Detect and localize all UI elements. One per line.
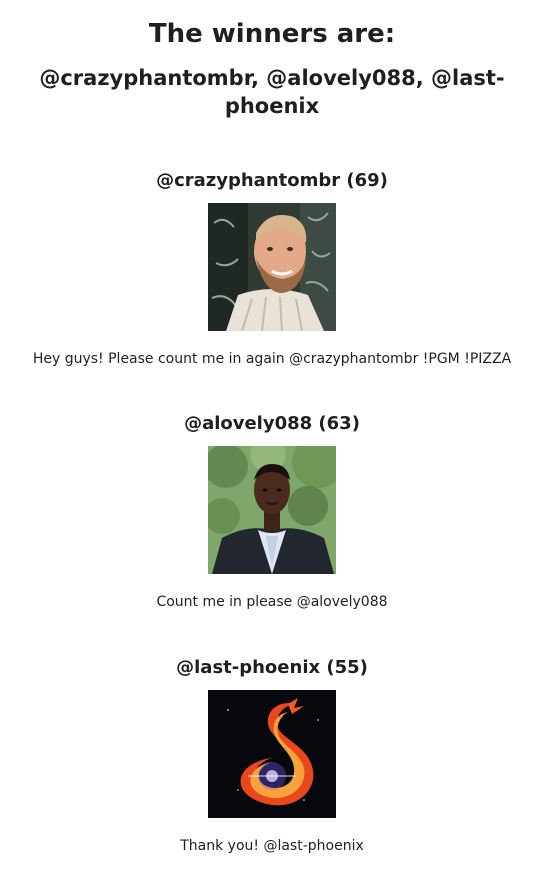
avatar-fire-phoenix-icon: [208, 690, 336, 818]
avatar-photo-bearded-man-icon: [208, 203, 336, 331]
winner-comment: Count me in please @alovely088: [156, 594, 388, 610]
page-title: The winners are:: [148, 19, 396, 49]
winner-comment: Hey guys! Please count me in again @craz…: [32, 351, 512, 367]
avatar: [208, 446, 336, 574]
winner-heading: @crazyphantombr (69): [156, 170, 388, 191]
winner-heading: @alovely088 (63): [184, 413, 360, 434]
winner-card: @last-phoenix (55) Thank you! @last-phoe…: [0, 656, 544, 856]
avatar: [208, 203, 336, 331]
winner-card: @crazyphantombr (69) Hey guys! Please co…: [0, 169, 544, 369]
avatar: [208, 690, 336, 818]
winners-page: The winners are: @crazyphantombr, @alove…: [0, 0, 544, 120]
winners-summary: @crazyphantombr, @alovely088, @last-phoe…: [39, 66, 505, 118]
winner-card: @alovely088 (63) Count me in please @alo…: [0, 412, 544, 612]
avatar-photo-man-in-suit-icon: [208, 446, 336, 574]
winner-comment: Thank you! @last-phoenix: [180, 838, 364, 854]
winner-heading: @last-phoenix (55): [176, 657, 368, 678]
